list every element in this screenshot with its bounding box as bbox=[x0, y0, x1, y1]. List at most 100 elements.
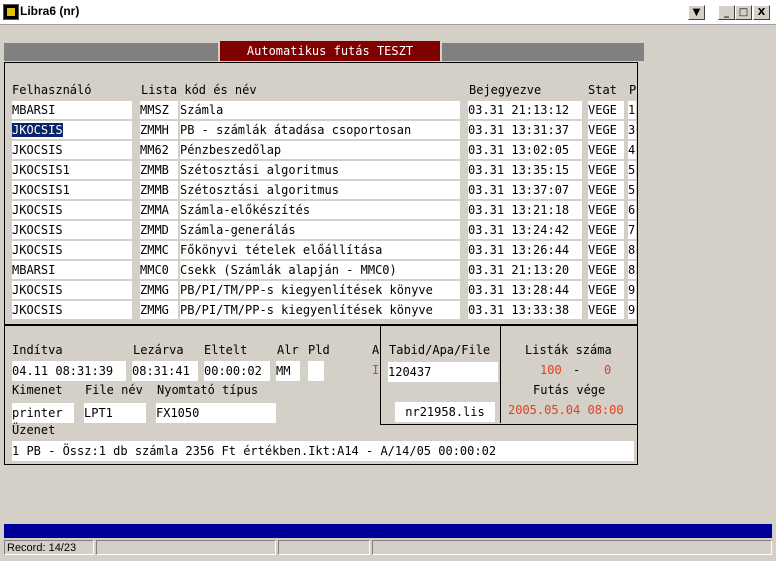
name-cell[interactable]: Számla-előkészítés bbox=[180, 201, 460, 219]
kimenet-label: Kimenet bbox=[12, 383, 63, 397]
pld-field[interactable] bbox=[308, 361, 324, 381]
code-cell[interactable]: ZMMD bbox=[140, 221, 178, 239]
p-cell[interactable]: 9 bbox=[628, 301, 636, 319]
code-cell[interactable]: ZMMB bbox=[140, 161, 178, 179]
name-cell[interactable]: PB - számlák átadása csoportosan bbox=[180, 121, 460, 139]
kimenet-field[interactable]: printer bbox=[12, 403, 74, 423]
code-cell[interactable]: ZMMB bbox=[140, 181, 178, 199]
banner-title: Automatikus futás TESZT bbox=[220, 41, 440, 61]
header-time: Bejegyezve bbox=[469, 83, 542, 97]
nyomtato-label: Nyomtató típus bbox=[157, 383, 259, 397]
filenev-field[interactable]: LPT1 bbox=[84, 403, 146, 423]
name-cell[interactable]: Pénzbeszedőlap bbox=[180, 141, 460, 159]
time-cell[interactable]: 03.31 13:33:38 bbox=[468, 301, 582, 319]
stat-cell[interactable]: VEGE bbox=[588, 221, 624, 239]
p-cell[interactable]: 7 bbox=[628, 221, 636, 239]
header-p: P bbox=[629, 83, 637, 97]
code-cell[interactable]: MM62 bbox=[140, 141, 178, 159]
code-cell[interactable]: ZMMG bbox=[140, 301, 178, 319]
stat-cell[interactable]: VEGE bbox=[588, 121, 624, 139]
user-cell[interactable]: JKOCSIS bbox=[12, 221, 132, 239]
selected-user-text[interactable]: JKOCSIS bbox=[12, 123, 63, 137]
window-titlebar[interactable]: Libra6 (nr) ▼ _ □ X bbox=[0, 0, 776, 25]
name-cell[interactable]: Szétosztási algoritmus bbox=[180, 161, 460, 179]
header-stat: Stat bbox=[588, 83, 617, 97]
user-cell[interactable]: MBARSI bbox=[12, 261, 132, 279]
time-cell[interactable]: 03.31 13:21:18 bbox=[468, 201, 582, 219]
name-cell[interactable]: PB/PI/TM/PP-s kiegyenlítések könyve bbox=[180, 301, 460, 319]
time-cell[interactable]: 03.31 13:24:42 bbox=[468, 221, 582, 239]
p-cell[interactable]: 6 bbox=[628, 201, 636, 219]
stat-cell[interactable]: VEGE bbox=[588, 101, 624, 119]
inditva-label: Indítva bbox=[12, 343, 63, 357]
stat-cell[interactable]: VEGE bbox=[588, 181, 624, 199]
p-cell[interactable]: 1 bbox=[628, 101, 636, 119]
time-cell[interactable]: 03.31 13:37:07 bbox=[468, 181, 582, 199]
minimize-button[interactable]: _ bbox=[718, 5, 735, 20]
name-cell[interactable]: Számla bbox=[180, 101, 460, 119]
stat-cell[interactable]: VEGE bbox=[588, 301, 624, 319]
stat-cell[interactable]: VEGE bbox=[588, 201, 624, 219]
maximize-button[interactable]: □ bbox=[735, 5, 752, 20]
stat-cell[interactable]: VEGE bbox=[588, 261, 624, 279]
file-field[interactable]: nr21958.lis bbox=[395, 402, 495, 422]
alr-field[interactable]: MM bbox=[276, 361, 300, 381]
listak-label: Listák száma bbox=[525, 343, 612, 357]
stat-cell[interactable]: VEGE bbox=[588, 241, 624, 259]
user-cell[interactable]: JKOCSIS1 bbox=[12, 181, 132, 199]
stat-cell[interactable]: VEGE bbox=[588, 141, 624, 159]
user-cell[interactable]: JKOCSIS bbox=[12, 241, 132, 259]
user-cell[interactable]: JKOCSIS bbox=[12, 281, 132, 299]
time-cell[interactable]: 03.31 13:02:05 bbox=[468, 141, 582, 159]
time-cell[interactable]: 03.31 13:28:44 bbox=[468, 281, 582, 299]
user-cell[interactable]: JKOCSIS bbox=[12, 141, 132, 159]
code-cell[interactable]: ZMMC bbox=[140, 241, 178, 259]
user-cell[interactable]: MBARSI bbox=[12, 101, 132, 119]
time-cell[interactable]: 03.31 13:26:44 bbox=[468, 241, 582, 259]
name-cell[interactable]: Számla-generálás bbox=[180, 221, 460, 239]
p-cell[interactable]: 3 bbox=[628, 121, 636, 139]
tabid-label: Tabid/Apa/File bbox=[389, 343, 491, 357]
time-cell[interactable]: 03.31 13:35:15 bbox=[468, 161, 582, 179]
filenev-label: File név bbox=[85, 383, 143, 397]
close-button[interactable]: X bbox=[753, 5, 770, 20]
dropdown-button[interactable]: ▼ bbox=[688, 5, 705, 20]
header-user: Felhasználó bbox=[12, 83, 92, 97]
status-pane-4 bbox=[372, 540, 772, 555]
stat-cell[interactable]: VEGE bbox=[588, 281, 624, 299]
stat-cell[interactable]: VEGE bbox=[588, 161, 624, 179]
p-cell[interactable]: 8 bbox=[628, 261, 636, 279]
status-pane-2 bbox=[96, 540, 276, 555]
tabid-field[interactable]: 120437 bbox=[388, 362, 498, 382]
code-cell[interactable]: ZMMG bbox=[140, 281, 178, 299]
p-cell[interactable]: 5 bbox=[628, 181, 636, 199]
user-cell[interactable]: JKOCSIS bbox=[12, 301, 132, 319]
user-cell[interactable]: JKOCSIS bbox=[12, 201, 132, 219]
time-cell[interactable]: 03.31 21:13:12 bbox=[468, 101, 582, 119]
listak-separator: - bbox=[573, 363, 581, 377]
detail-divider bbox=[500, 324, 501, 423]
eltelt-label: Eltelt bbox=[204, 343, 248, 357]
inditva-field[interactable]: 04.11 08:31:39 bbox=[12, 361, 126, 381]
time-cell[interactable]: 03.31 21:13:20 bbox=[468, 261, 582, 279]
name-cell[interactable]: Főkönyvi tételek előállítása bbox=[180, 241, 460, 259]
futasvege-value: 2005.05.04 08:00 bbox=[508, 403, 624, 417]
eltelt-field[interactable]: 00:00:02 bbox=[204, 361, 270, 381]
p-cell[interactable]: 5 bbox=[628, 161, 636, 179]
code-cell[interactable]: MMC0 bbox=[140, 261, 178, 279]
name-cell[interactable]: Szétosztási algoritmus bbox=[180, 181, 460, 199]
code-cell[interactable]: ZMMA bbox=[140, 201, 178, 219]
p-cell[interactable]: 9 bbox=[628, 281, 636, 299]
user-cell[interactable]: JKOCSIS bbox=[12, 121, 132, 139]
p-cell[interactable]: 8 bbox=[628, 241, 636, 259]
code-cell[interactable]: MMSZ bbox=[140, 101, 178, 119]
nyomtato-field[interactable]: FX1050 bbox=[156, 403, 276, 423]
user-cell[interactable]: JKOCSIS1 bbox=[12, 161, 132, 179]
uzenet-field[interactable]: 1 PB - Össz:1 db számla 2356 Ft értékben… bbox=[12, 441, 634, 461]
p-cell[interactable]: 4 bbox=[628, 141, 636, 159]
time-cell[interactable]: 03.31 13:31:37 bbox=[468, 121, 582, 139]
lezarva-field[interactable]: 08:31:41 bbox=[132, 361, 198, 381]
name-cell[interactable]: PB/PI/TM/PP-s kiegyenlítések könyve bbox=[180, 281, 460, 299]
code-cell[interactable]: ZMMH bbox=[140, 121, 178, 139]
name-cell[interactable]: Csekk (Számlák alapján - MMC0) bbox=[180, 261, 460, 279]
